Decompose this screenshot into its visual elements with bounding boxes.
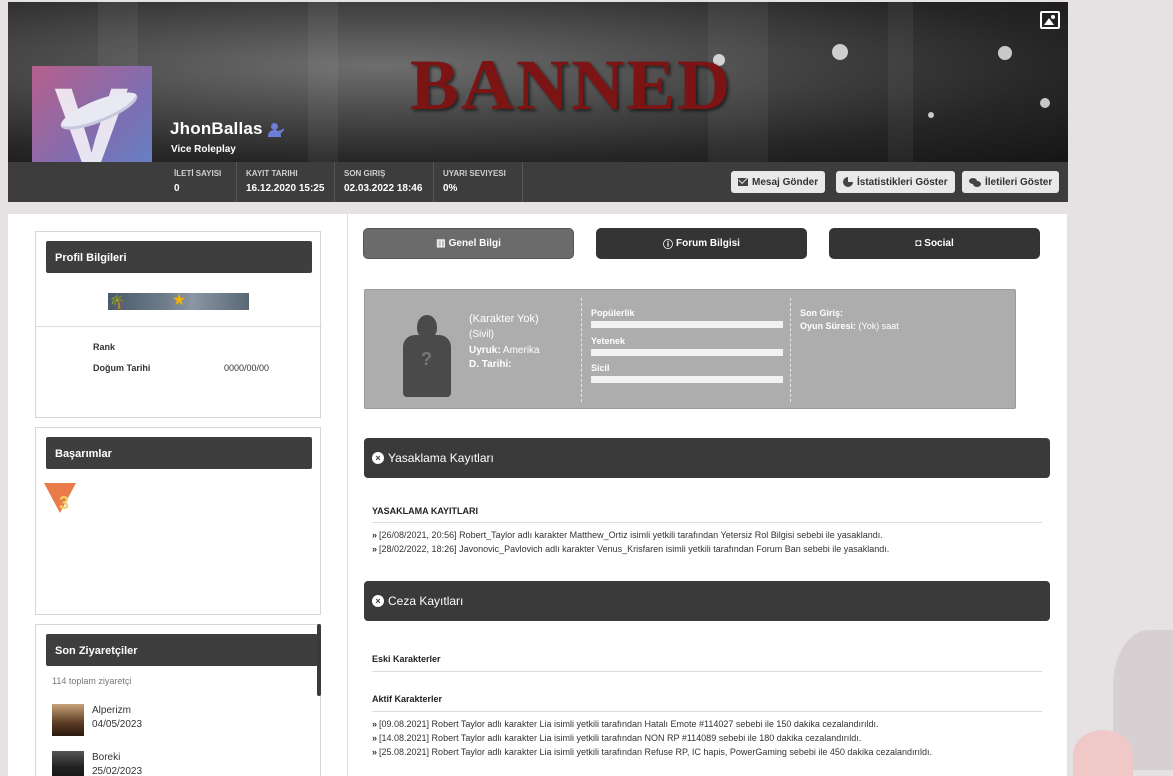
card-title: Profil Bilgileri xyxy=(46,241,312,273)
recent-visitors-card: Son Ziyaretçiler 114 toplam ziyaretçi Al… xyxy=(35,624,321,776)
info-icon: ⓘ xyxy=(663,240,674,251)
profile-value-dob: 0000/00/00 xyxy=(224,363,270,373)
double-chevron-icon: » xyxy=(372,530,378,540)
show-posts-button[interactable]: İletileri Göster xyxy=(962,171,1060,193)
meter-popularity xyxy=(591,321,783,328)
character-silhouette-icon: ? xyxy=(403,315,451,397)
character-dob: D. Tarihi: xyxy=(469,359,512,370)
visitors-scrollbar[interactable] xyxy=(317,624,321,696)
profile-label-rank: Rank xyxy=(93,342,116,352)
achievement-badge-icon[interactable]: 3 xyxy=(44,483,78,515)
visitor-total: 114 toplam ziyaretçi xyxy=(52,676,132,686)
palm-tree-icon: 🌴 xyxy=(109,294,126,309)
user-check-icon xyxy=(268,123,285,137)
envelope-icon xyxy=(738,178,748,186)
main-content: ▥ Genel Bilgi ⓘ Forum Bilgisi ◘ Social ?… xyxy=(348,214,1067,776)
double-chevron-icon: » xyxy=(372,747,378,757)
star-icon: ★ xyxy=(172,292,187,309)
background-decoration xyxy=(1063,600,1173,776)
close-circle-icon: × xyxy=(372,452,384,464)
stat-warning-level: UYARI SEVIYESI 0% xyxy=(434,162,523,202)
character-nationality: Uyruk: Amerika xyxy=(469,345,540,356)
cover-image: BANNED xyxy=(8,2,1068,162)
ban-entry: » [26/08/2021, 20:56] Robert_Taylor adlı … xyxy=(372,530,883,540)
meter-label-record: Sicil xyxy=(591,363,610,373)
card-title: Son Ziyaretçiler xyxy=(46,634,318,666)
id-card-icon: ▥ xyxy=(436,238,446,249)
stat-register-date: KAYIT TARIHI 16.12.2020 15:25 xyxy=(237,162,335,202)
card-title: Başarımlar xyxy=(46,437,312,469)
double-chevron-icon: » xyxy=(372,544,378,554)
bans-section-header[interactable]: × Yasaklama Kayıtları xyxy=(364,438,1050,478)
character-faction: (Sivil) xyxy=(469,329,494,340)
meter-record xyxy=(591,376,783,383)
stat-last-login: SON GIRIŞ 02.03.2022 18:46 xyxy=(335,162,434,202)
profile-info-card: Profil Bilgileri 🌴 ★ Rank Doğum Tarihi 0… xyxy=(35,231,322,418)
camera-icon: ◘ xyxy=(915,238,922,249)
achievements-card: Başarımlar 3 xyxy=(35,427,321,615)
close-circle-icon: × xyxy=(372,595,384,607)
tab-general-info[interactable]: ▥ Genel Bilgi xyxy=(363,228,574,259)
tab-social[interactable]: ◘ Social xyxy=(829,228,1040,259)
visitor-avatar xyxy=(52,751,84,776)
penalty-entry: » [14.08.2021] Robert Taylor adlı karakte… xyxy=(372,733,862,743)
meter-label-skill: Yetenek xyxy=(591,336,626,346)
meter-label-popularity: Popülerlik xyxy=(591,308,635,318)
old-characters-title: Eski Karakterler xyxy=(372,654,441,664)
tab-forum-info[interactable]: ⓘ Forum Bilgisi xyxy=(596,228,807,259)
profile-header: BANNED V JhonBallas Vice Roleplay İLETİ … xyxy=(8,2,1068,202)
character-name: (Karakter Yok) xyxy=(469,313,539,325)
character-playtime: Oyun Süresi: (Yok) saat xyxy=(800,321,899,331)
penalty-entry: » [25.08.2021] Robert Taylor adlı karakte… xyxy=(372,747,932,757)
sidebar: Profil Bilgileri 🌴 ★ Rank Doğum Tarihi 0… xyxy=(8,214,348,776)
bans-subtitle: YASAKLAMA KAYITLARI xyxy=(372,506,479,516)
character-panel: ? (Karakter Yok) (Sivil) Uyruk: Amerika … xyxy=(364,289,1016,409)
banned-stamp: BANNED xyxy=(409,45,733,125)
send-message-button[interactable]: Mesaj Gönder xyxy=(731,171,826,193)
character-last-login: Son Giriş: xyxy=(800,308,844,318)
double-chevron-icon: » xyxy=(372,733,378,743)
penalties-section-header[interactable]: × Ceza Kayıtları xyxy=(364,581,1050,621)
username: JhonBallas xyxy=(170,119,263,138)
server-name: Vice Roleplay xyxy=(171,144,236,155)
profile-label-dob: Doğum Tarihi xyxy=(93,363,151,373)
stat-post-count: İLETİ SAYISI 0 xyxy=(165,162,237,202)
meter-skill xyxy=(591,349,783,356)
change-cover-icon[interactable] xyxy=(1040,11,1060,29)
comments-icon xyxy=(969,177,981,187)
ban-entry: » [28/02/2022, 18:26] Javonovic_Pavlovich… xyxy=(372,544,890,554)
active-characters-title: Aktif Karakterler xyxy=(372,694,443,704)
visitor-avatar xyxy=(52,704,84,736)
show-stats-button[interactable]: İstatistikleri Göster xyxy=(836,171,955,193)
rank-banner: 🌴 ★ xyxy=(108,292,249,310)
double-chevron-icon: » xyxy=(372,719,378,729)
pie-chart-icon xyxy=(843,177,853,187)
penalty-entry: » [09.08.2021] Robert Taylor adlı karakte… xyxy=(372,719,879,729)
